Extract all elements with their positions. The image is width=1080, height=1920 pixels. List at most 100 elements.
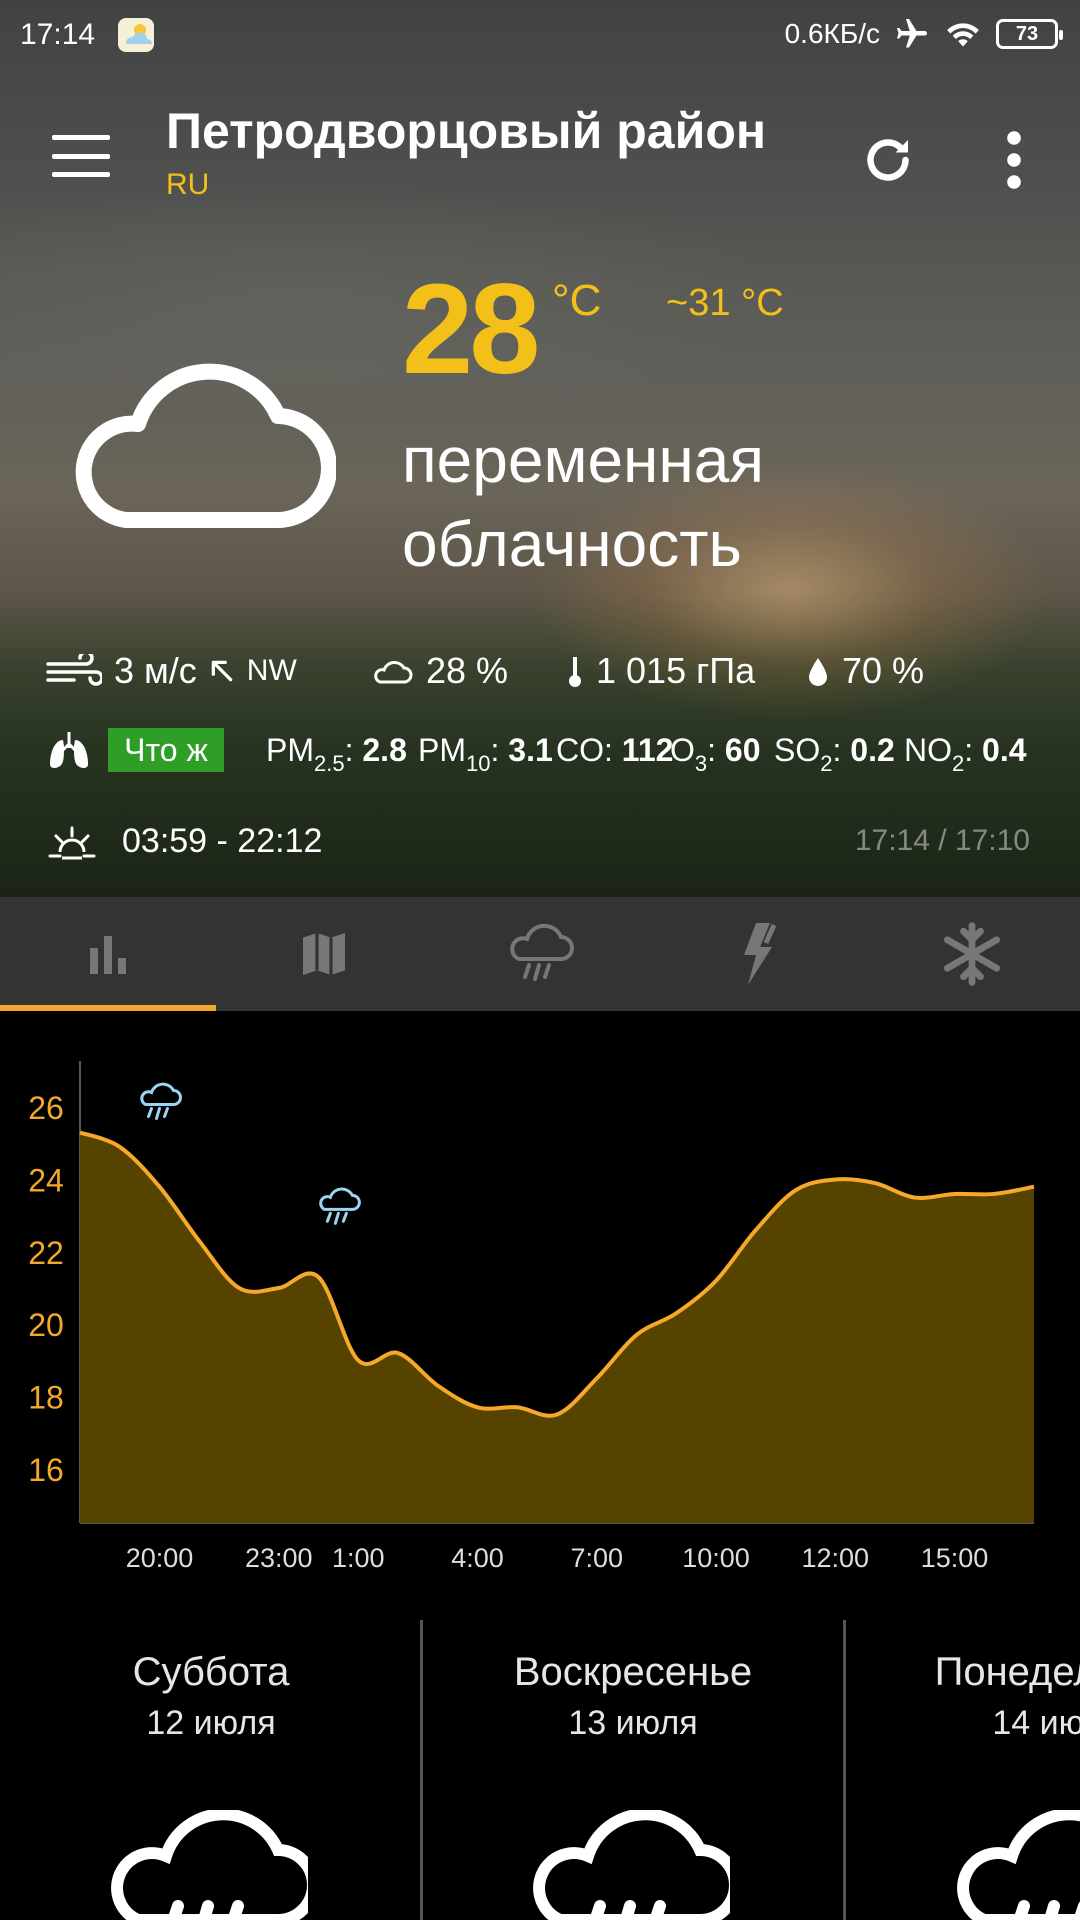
o3-sub: 3 bbox=[694, 751, 708, 776]
cloud-icon bbox=[75, 363, 336, 529]
wind-item: 3 м/с NW bbox=[46, 650, 297, 692]
tab-bar bbox=[0, 897, 1080, 1011]
y-tick-label: 22 bbox=[28, 1235, 64, 1271]
day-card[interactable]: Суббота 12 июля bbox=[0, 1620, 422, 1920]
daily-forecast: Суббота 12 июля Воскресенье 13 июля Поне… bbox=[0, 1620, 1080, 1920]
condition-text: переменная облачность bbox=[402, 418, 1042, 586]
pm10-sub: 10 bbox=[466, 751, 491, 776]
y-tick-label: 26 bbox=[28, 1090, 64, 1126]
details-row: 3 м/с NW 28 % 1 015 гПа 70 % bbox=[0, 650, 1080, 700]
pm10-label: PM bbox=[418, 732, 466, 768]
tab-snow[interactable] bbox=[864, 897, 1080, 1011]
battery-indicator: 73 bbox=[996, 19, 1063, 49]
x-tick-label: 12:00 bbox=[801, 1543, 869, 1573]
sun-row: 03:59 - 22:12 17:14 / 17:10 bbox=[0, 818, 1080, 868]
cloudiness-value: 28 % bbox=[426, 650, 509, 691]
x-tick-label: 20:00 bbox=[126, 1543, 194, 1573]
day-date: 13 июля bbox=[568, 1704, 698, 1742]
rain-cloud-icon bbox=[533, 1810, 730, 1920]
cloudiness-item: 28 % bbox=[370, 650, 508, 692]
app-bar: Петродворцовый район RU bbox=[0, 90, 1080, 210]
so2-sub: 2 bbox=[820, 751, 833, 776]
sun-times: 03:59 - 22:12 bbox=[122, 822, 323, 860]
pm25-item: PM2.5: 2.8 bbox=[266, 732, 407, 776]
no2-label: NO bbox=[904, 732, 952, 768]
humidity-item: 70 % bbox=[806, 650, 924, 692]
thunder-rain-icon bbox=[319, 1187, 361, 1225]
status-time: 17:14 bbox=[20, 18, 96, 51]
condition-line-2: облачность bbox=[402, 508, 742, 580]
pressure-item: 1 015 гПа bbox=[566, 650, 755, 692]
day-name: Воскресенье bbox=[513, 1650, 753, 1694]
so2-label: SO bbox=[774, 732, 821, 768]
sunrise-icon bbox=[48, 826, 96, 860]
net-speed: 0.6КБ/с bbox=[784, 18, 880, 49]
pm25-sub: 2.5 bbox=[314, 751, 345, 776]
menu-icon[interactable] bbox=[52, 135, 110, 177]
humidity-value: 70 % bbox=[842, 650, 925, 691]
map-icon bbox=[303, 933, 345, 975]
day-name: Суббота bbox=[132, 1650, 290, 1694]
wifi-icon bbox=[947, 23, 979, 47]
tab-lightning[interactable] bbox=[648, 897, 864, 1011]
day-card[interactable]: Понедельник 14 июля bbox=[846, 1620, 1080, 1920]
o3-label: O bbox=[670, 732, 695, 768]
chart-svg: 16 18 20 22 24 26 20:00 23:00 1:00 4:00 7:00 10:00 1… bbox=[28, 1061, 1035, 1573]
bar-chart-icon bbox=[90, 936, 126, 974]
airplane-icon bbox=[897, 19, 927, 48]
temperature-unit: °C bbox=[552, 276, 602, 325]
status-bar: 17:14 0.6КБ/с 73 bbox=[0, 0, 1080, 70]
lightning-icon bbox=[744, 923, 777, 985]
lungs-icon bbox=[50, 732, 88, 769]
day-date: 14 июля bbox=[992, 1704, 1080, 1742]
current-temperature: 28 bbox=[402, 258, 540, 401]
y-tick-label: 16 bbox=[28, 1452, 64, 1488]
pm10-item: PM10: 3.1 bbox=[418, 732, 553, 776]
x-tick-label: 4:00 bbox=[451, 1543, 504, 1573]
day-date: 12 июля bbox=[146, 1704, 276, 1742]
drop-icon bbox=[809, 658, 827, 686]
air-quality-row: Что ж PM2.5: 2.8 PM10: 3.1 CO: 112 O3: 6… bbox=[0, 726, 1080, 778]
tab-chart[interactable] bbox=[0, 897, 216, 1011]
wind-direction: NW bbox=[246, 654, 297, 687]
so2-item: SO2: 0.2 bbox=[774, 732, 895, 776]
feels-like-temperature: ~31 °C bbox=[666, 282, 784, 324]
y-tick-label: 20 bbox=[28, 1307, 64, 1343]
co-item: CO: 112 bbox=[556, 732, 673, 769]
update-time: 17:14 / 17:10 bbox=[854, 824, 1030, 857]
wind-icon bbox=[46, 654, 102, 686]
so2-value: 0.2 bbox=[850, 732, 895, 768]
country-code: RU bbox=[166, 168, 210, 201]
more-vert-icon[interactable] bbox=[1000, 130, 1028, 190]
wind-direction-arrow-icon bbox=[211, 660, 233, 682]
refresh-icon[interactable] bbox=[858, 130, 918, 190]
tab-precipitation[interactable] bbox=[432, 897, 648, 1011]
rain-cloud-icon bbox=[510, 923, 574, 981]
x-tick-label: 15:00 bbox=[921, 1543, 989, 1573]
thunder-rain-icon bbox=[140, 1082, 182, 1120]
air-quality-badge[interactable]: Что ж bbox=[108, 728, 224, 772]
pm25-value: 2.8 bbox=[362, 732, 407, 768]
co-value: 112 bbox=[621, 732, 674, 768]
rain-cloud-icon bbox=[111, 1810, 308, 1920]
tab-map[interactable] bbox=[216, 897, 432, 1011]
thermometer-icon bbox=[569, 657, 581, 687]
wind-speed: 3 м/с bbox=[114, 650, 197, 691]
pm25-label: PM bbox=[266, 732, 314, 768]
x-tick-label: 7:00 bbox=[570, 1543, 623, 1573]
rain-cloud-icon bbox=[957, 1810, 1080, 1920]
snowflake-icon bbox=[943, 922, 1001, 986]
o3-item: O3: 60 bbox=[670, 732, 761, 776]
x-tick-label: 10:00 bbox=[682, 1543, 750, 1573]
x-tick-label: 23:00 bbox=[245, 1543, 313, 1573]
pressure-value: 1 015 гПа bbox=[596, 650, 756, 691]
no2-item: NO2: 0.4 bbox=[904, 732, 1027, 776]
y-tick-label: 24 bbox=[28, 1162, 64, 1198]
day-card[interactable]: Воскресенье 13 июля bbox=[422, 1620, 844, 1920]
no2-sub: 2 bbox=[952, 751, 965, 776]
condition-line-1: переменная bbox=[402, 424, 764, 496]
temperature-chart: 16 18 20 22 24 26 20:00 23:00 1:00 4:00 7:00 10:00 1… bbox=[0, 1011, 1080, 1611]
day-name: Понедельник bbox=[934, 1650, 1080, 1694]
no2-value: 0.4 bbox=[982, 732, 1027, 768]
city-title[interactable]: Петродворцовый район bbox=[166, 102, 766, 160]
